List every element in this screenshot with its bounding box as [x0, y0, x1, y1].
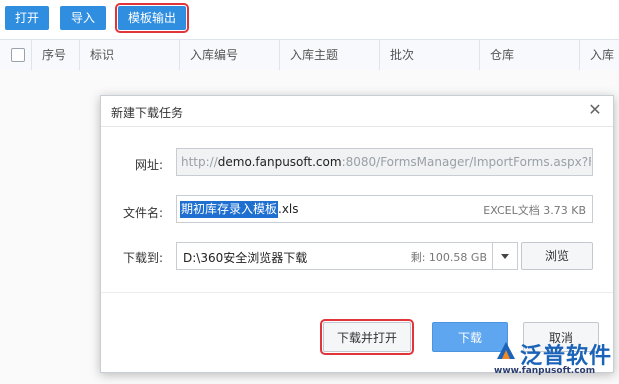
browse-button[interactable]: 浏览	[521, 242, 593, 270]
download-path: D:\360安全浏览器下载	[183, 251, 308, 265]
column-header[interactable]: 入库编号	[180, 40, 280, 70]
chevron-down-icon[interactable]	[492, 243, 517, 269]
filename-extension: .xls	[278, 202, 299, 216]
filename-selected-text: 期初库存录入模板	[180, 201, 279, 218]
import-button[interactable]: 导入	[60, 6, 106, 30]
url-rest: :8080/FormsManager/ImportForms.aspx?Fo	[341, 155, 591, 169]
column-header[interactable]: 批次	[380, 40, 480, 70]
close-icon[interactable]: ✕	[587, 102, 603, 118]
column-header[interactable]: 入库	[580, 40, 619, 70]
url-host: demo.fanpusoft.com	[217, 155, 342, 169]
toolbar: 打开 导入 模板输出	[0, 0, 619, 36]
download-and-open-button[interactable]: 下载并打开	[320, 319, 414, 355]
download-path-select[interactable]: D:\360安全浏览器下载 剩: 100.58 GB	[176, 242, 518, 270]
select-all-checkbox[interactable]	[11, 48, 25, 62]
column-header[interactable]: 入库主题	[280, 40, 380, 70]
filename-input[interactable]: 期初库存录入模板 .xls EXCEL文档 3.73 KB	[176, 195, 593, 223]
url-prefix: http://	[181, 155, 218, 169]
url-label: 网址:	[134, 158, 163, 172]
download-dialog: 新建下载任务 ✕ 网址: http://demo.fanpusoft.com:8…	[100, 95, 614, 373]
open-button[interactable]: 打开	[5, 6, 49, 30]
dialog-title: 新建下载任务	[111, 106, 184, 120]
column-header[interactable]: 仓库	[480, 40, 580, 70]
free-space: 剩: 100.58 GB	[410, 251, 487, 264]
template-export-button[interactable]: 模板输出	[115, 3, 189, 33]
grid-header: 序号 标识 入库编号 入库主题 批次 仓库 入库	[0, 39, 619, 71]
download-to-label: 下载到:	[122, 251, 163, 265]
brand-logo-icon	[497, 342, 515, 359]
url-field: http://demo.fanpusoft.com:8080/FormsMana…	[176, 148, 593, 176]
select-all-cell	[0, 40, 32, 70]
divider	[101, 292, 613, 293]
filename-label: 文件名:	[122, 206, 163, 220]
file-info: EXCEL文档 3.73 KB	[483, 204, 586, 217]
brand-url: www.fanpusoft.com	[494, 366, 596, 376]
column-header[interactable]: 序号	[32, 40, 80, 70]
column-header[interactable]: 标识	[80, 40, 180, 70]
brand-watermark: 泛普软件 www.fanpusoft.com	[494, 336, 616, 382]
divider	[101, 126, 613, 127]
